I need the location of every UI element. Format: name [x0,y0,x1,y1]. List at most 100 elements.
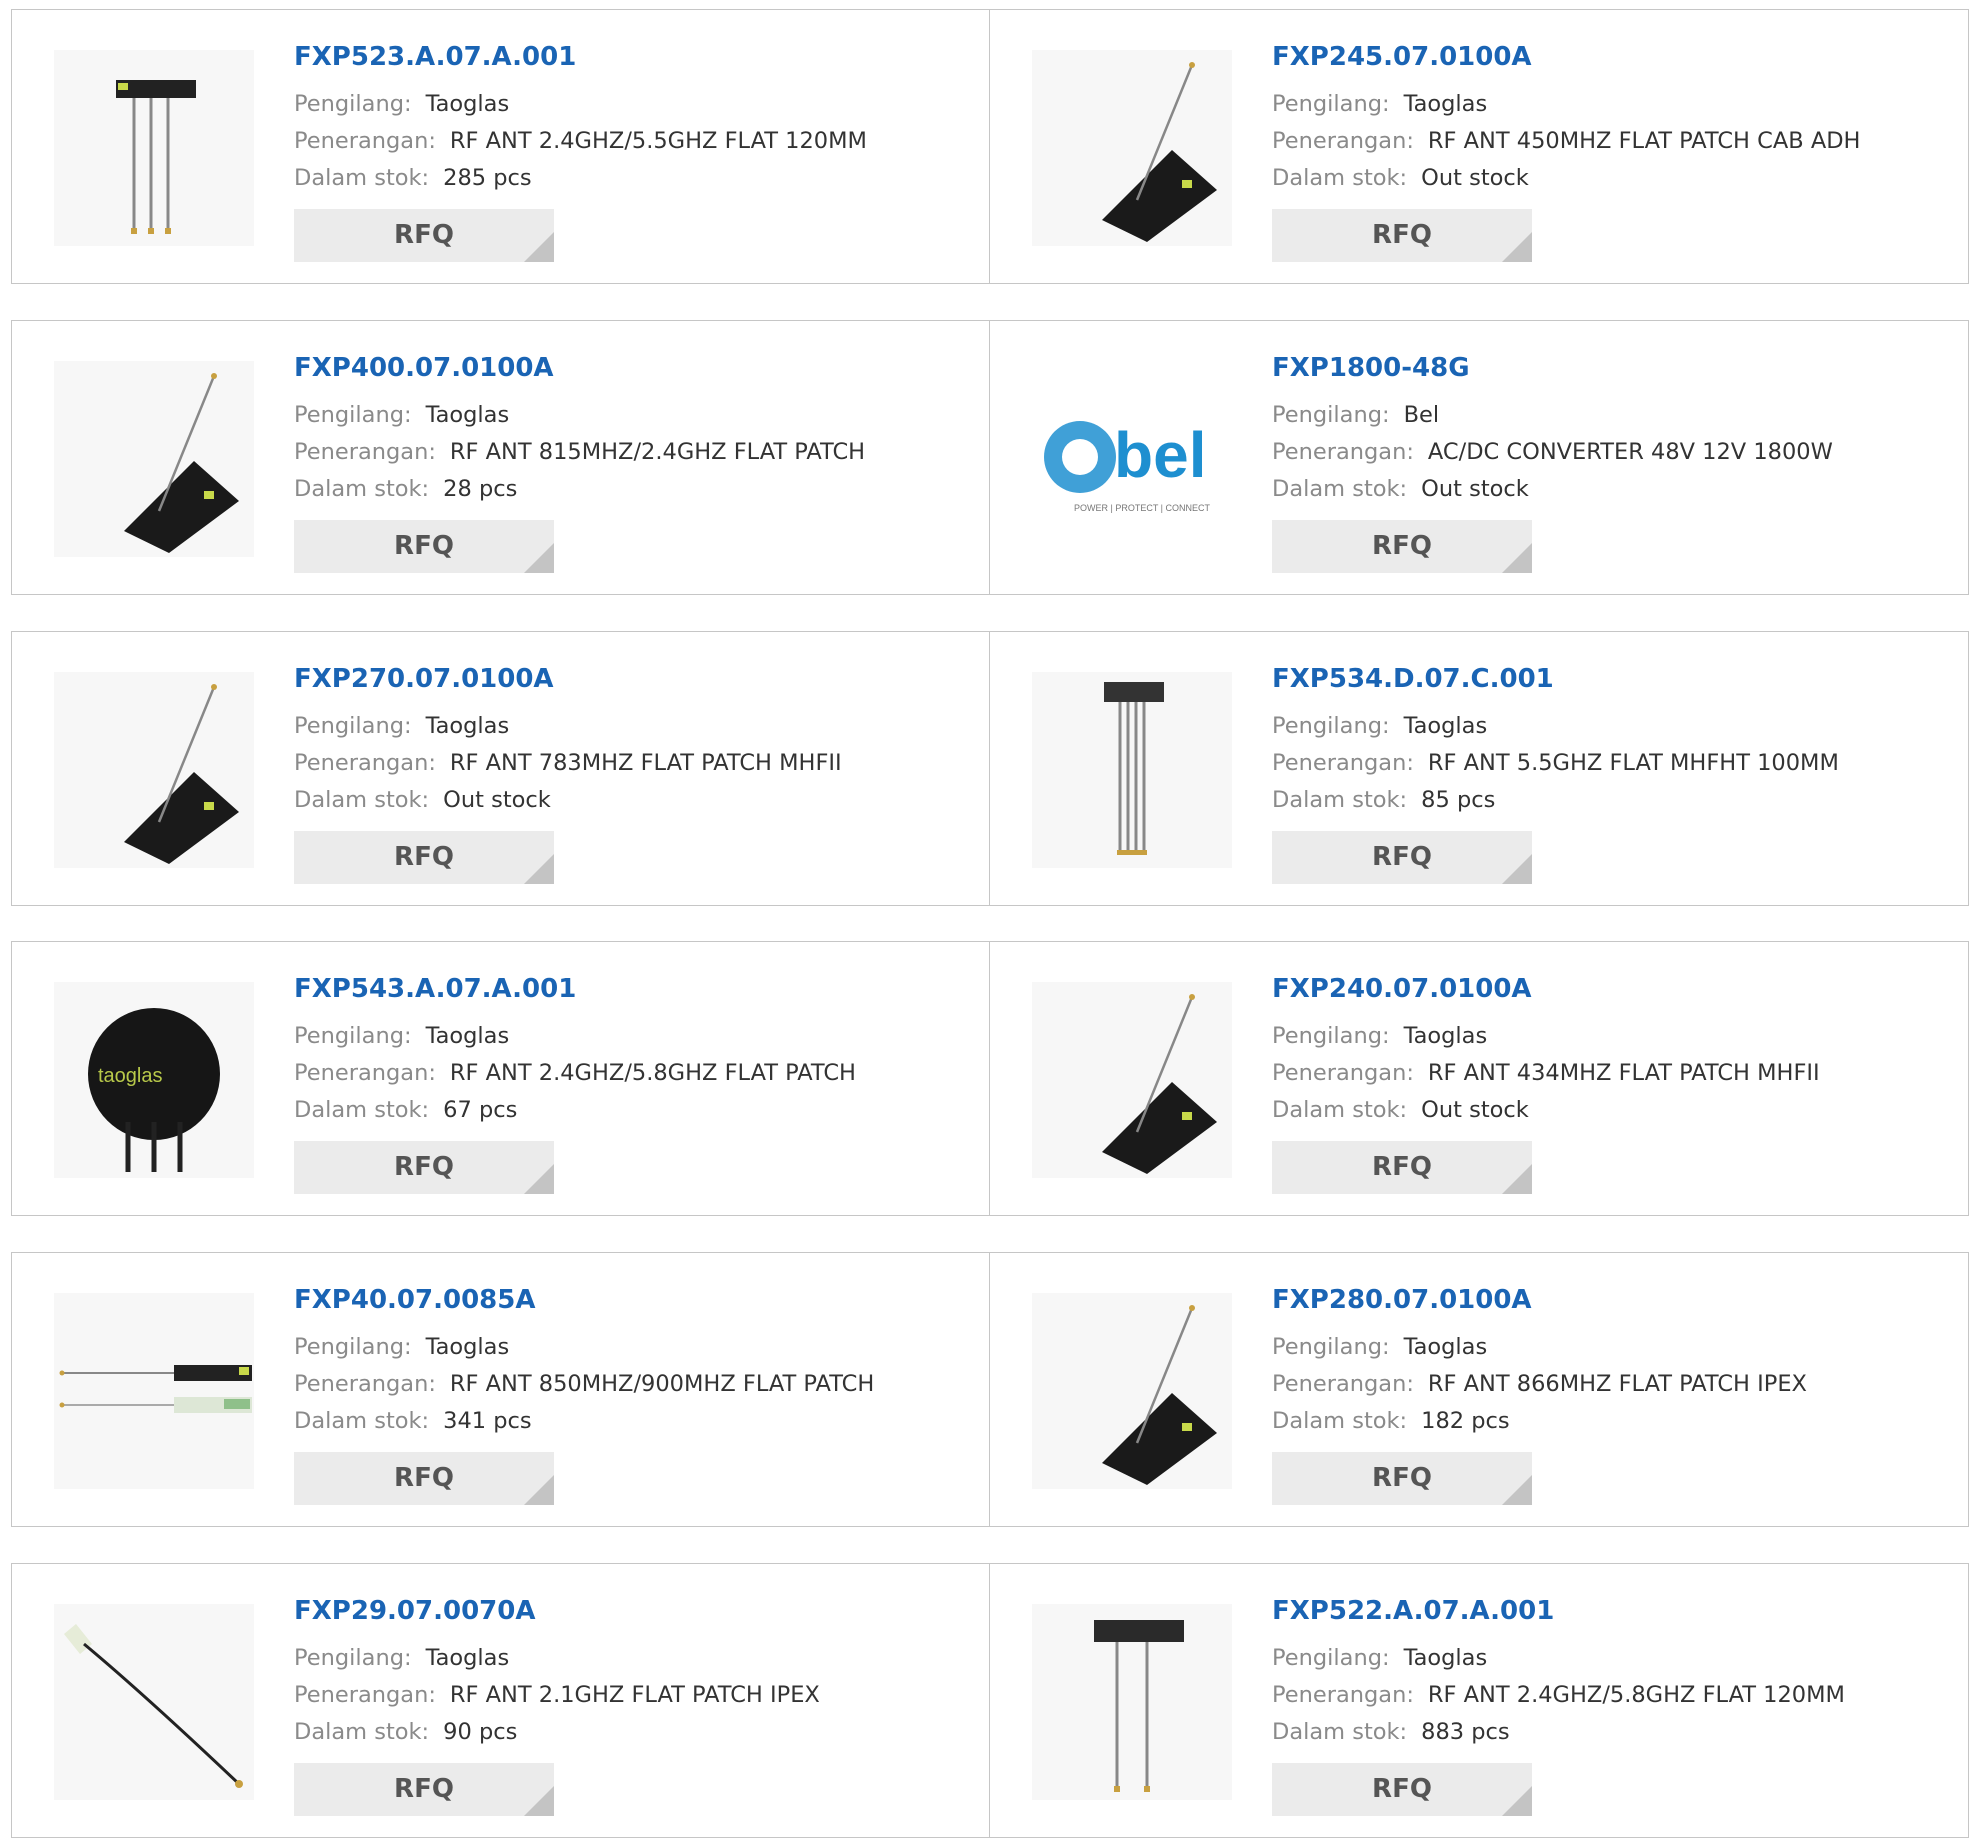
rfq-label: RFQ [1372,531,1432,561]
stock-label: Dalam stok: [1272,476,1408,502]
manufacturer-value: Taoglas [1403,713,1488,739]
part-number-link[interactable]: FXP543.A.07.A.001 [294,972,576,1006]
part-number-link[interactable]: FXP280.07.0100A [1272,1283,1532,1317]
description-value: RF ANT 866MHZ FLAT PATCH IPEX [1427,1371,1807,1397]
part-number-link[interactable]: FXP29.07.0070A [294,1594,535,1628]
product-card: FXP534.D.07.C.001 Pengilang: Taoglas Pene… [990,631,1969,906]
product-image[interactable] [54,1604,254,1800]
manufacturer-label: Pengilang: [294,91,412,117]
product-info: FXP29.07.0070A Pengilang: Taoglas Peneran… [294,1594,954,1816]
description-label: Penerangan: [294,750,436,776]
part-number-link[interactable]: FXP245.07.0100A [1272,40,1532,74]
manufacturer-value: Taoglas [425,91,510,117]
description-value: RF ANT 2.1GHZ FLAT PATCH IPEX [449,1682,820,1708]
description-value: AC/DC CONVERTER 48V 12V 1800W [1427,439,1833,465]
part-number-link[interactable]: FXP1800-48G [1272,351,1470,385]
stock-label: Dalam stok: [1272,787,1408,813]
description-value: RF ANT 2.4GHZ/5.5GHZ FLAT 120MM [449,128,867,154]
corner-triangle-icon [524,1164,554,1194]
product-image[interactable] [1032,1604,1232,1800]
product-info: FXP523.A.07.A.001 Pengilang: Taoglas Pene… [294,40,954,262]
description-label: Penerangan: [1272,750,1414,776]
rfq-button[interactable]: RFQ [294,209,554,262]
manufacturer-value: Taoglas [425,713,510,739]
rfq-button[interactable]: RFQ [294,831,554,884]
description-row: Penerangan: RF ANT 783MHZ FLAT PATCH MHFI… [294,745,954,782]
product-image[interactable] [1032,1293,1232,1489]
description-value: RF ANT 434MHZ FLAT PATCH MHFII [1427,1060,1820,1086]
description-label: Penerangan: [1272,1682,1414,1708]
manufacturer-label: Pengilang: [294,1645,412,1671]
part-number-link[interactable]: FXP523.A.07.A.001 [294,40,576,74]
part-number-link[interactable]: FXP270.07.0100A [294,662,554,696]
product-card: FXP280.07.0100A Pengilang: Taoglas Penera… [990,1252,1969,1527]
description-label: Penerangan: [1272,1371,1414,1397]
product-image[interactable] [54,361,254,557]
manufacturer-label: Pengilang: [1272,402,1390,428]
product-card: FXP29.07.0070A Pengilang: Taoglas Peneran… [11,1563,990,1838]
stock-value: 90 pcs [443,1719,518,1745]
corner-triangle-icon [1502,232,1532,262]
product-image[interactable] [54,50,254,246]
stock-row: Dalam stok: Out stock [294,782,954,819]
rfq-button[interactable]: RFQ [1272,520,1532,573]
rfq-button[interactable]: RFQ [1272,1141,1532,1194]
product-image[interactable]: bel POWER | PROTECT | CONNECT [1032,361,1232,557]
product-info: FXP522.A.07.A.001 Pengilang: Taoglas Pene… [1272,1594,1932,1816]
description-label: Penerangan: [294,439,436,465]
part-number-link[interactable]: FXP534.D.07.C.001 [1272,662,1554,696]
svg-text:bel: bel [1114,419,1206,491]
manufacturer-label: Pengilang: [294,1334,412,1360]
rfq-button[interactable]: RFQ [1272,1763,1532,1816]
rfq-button[interactable]: RFQ [1272,831,1532,884]
description-row: Penerangan: RF ANT 434MHZ FLAT PATCH MHFI… [1272,1055,1932,1092]
manufacturer-value: Taoglas [425,1023,510,1049]
manufacturer-label: Pengilang: [294,402,412,428]
rfq-button[interactable]: RFQ [294,1141,554,1194]
corner-triangle-icon [524,854,554,884]
part-number-link[interactable]: FXP400.07.0100A [294,351,554,385]
stock-value: 883 pcs [1421,1719,1510,1745]
product-image: taoglas [54,982,254,1178]
rfq-label: RFQ [1372,842,1432,872]
product-image [54,1604,254,1800]
manufacturer-value: Taoglas [425,402,510,428]
corner-triangle-icon [524,543,554,573]
svg-text:taoglas: taoglas [98,1065,163,1087]
part-number-link[interactable]: FXP240.07.0100A [1272,972,1532,1006]
stock-label: Dalam stok: [1272,1097,1408,1123]
product-info: FXP240.07.0100A Pengilang: Taoglas Penera… [1272,972,1932,1194]
product-image[interactable] [54,1293,254,1489]
product-image[interactable]: taoglas [54,982,254,1178]
product-image[interactable] [1032,50,1232,246]
product-list: FXP523.A.07.A.001 Pengilang: Taoglas Pene… [0,0,1969,1838]
stock-row: Dalam stok: 341 pcs [294,1403,954,1440]
stock-value: 85 pcs [1421,787,1496,813]
stock-label: Dalam stok: [294,165,430,191]
stock-value: 67 pcs [443,1097,518,1123]
part-number-link[interactable]: FXP522.A.07.A.001 [1272,1594,1554,1628]
description-row: Penerangan: RF ANT 850MHZ/900MHZ FLAT PAT… [294,1366,954,1403]
rfq-button[interactable]: RFQ [1272,209,1532,262]
product-card: FXP245.07.0100A Pengilang: Taoglas Penera… [990,9,1969,284]
rfq-button[interactable]: RFQ [1272,1452,1532,1505]
rfq-button[interactable]: RFQ [294,1452,554,1505]
manufacturer-label: Pengilang: [1272,1645,1390,1671]
product-info: FXP40.07.0085A Pengilang: Taoglas Peneran… [294,1283,954,1505]
stock-row: Dalam stok: 285 pcs [294,160,954,197]
description-row: Penerangan: RF ANT 2.4GHZ/5.5GHZ FLAT 120… [294,123,954,160]
rfq-button[interactable]: RFQ [294,520,554,573]
product-image[interactable] [1032,982,1232,1178]
stock-row: Dalam stok: 28 pcs [294,471,954,508]
product-image[interactable] [54,672,254,868]
bel-logo: bel POWER | PROTECT | CONNECT [1044,419,1211,513]
part-number-link[interactable]: FXP40.07.0085A [294,1283,535,1317]
manufacturer-row: Pengilang: Bel [1272,397,1932,434]
product-image[interactable] [1032,672,1232,868]
corner-triangle-icon [524,232,554,262]
description-row: Penerangan: AC/DC CONVERTER 48V 12V 1800W [1272,434,1932,471]
manufacturer-value: Taoglas [425,1334,510,1360]
rfq-button[interactable]: RFQ [294,1763,554,1816]
stock-label: Dalam stok: [294,1097,430,1123]
manufacturer-row: Pengilang: Taoglas [294,397,954,434]
